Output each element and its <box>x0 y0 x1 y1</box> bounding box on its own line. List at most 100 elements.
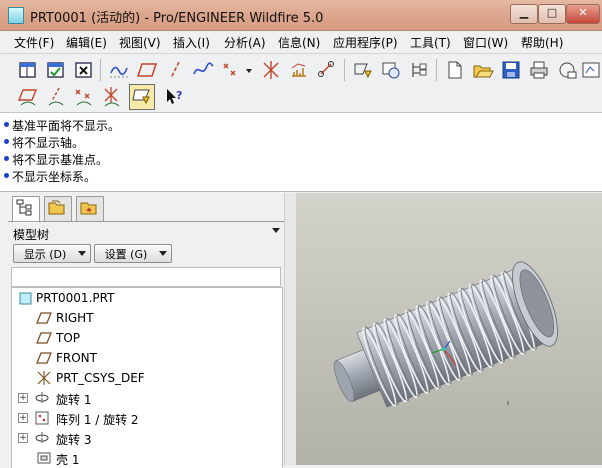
check-window-icon[interactable] <box>45 59 67 81</box>
favorites-tab[interactable] <box>76 196 104 222</box>
spline-curve-icon[interactable] <box>192 59 214 81</box>
folder-browser-tab[interactable] <box>44 196 72 222</box>
chevron-down-icon <box>159 251 167 256</box>
tree-item-revolve-1[interactable]: + 旋转 1 <box>12 388 280 408</box>
app-icon <box>8 7 24 24</box>
tree-filter-bar[interactable] <box>11 267 281 287</box>
tree-item-right[interactable]: RIGHT <box>12 308 280 328</box>
tree-item-revolve-3[interactable]: + 旋转 3 <box>12 428 280 448</box>
toolbar-separator <box>100 59 101 81</box>
relation-icon[interactable] <box>352 59 374 81</box>
tree-item-top[interactable]: TOP <box>12 328 280 348</box>
tree-item-label: TOP <box>56 331 81 345</box>
tree-item-label: RIGHT <box>56 311 94 325</box>
model-tree-tab[interactable] <box>12 196 40 223</box>
csys-display-icon[interactable] <box>101 86 123 108</box>
menu-info[interactable]: 信息(N) <box>278 34 320 51</box>
annotation-display-icon[interactable] <box>129 84 155 110</box>
menu-help[interactable]: 帮助(H) <box>521 34 563 51</box>
revolve-icon <box>34 431 50 445</box>
axis-display-icon[interactable] <box>45 86 67 108</box>
menu-analysis[interactable]: 分析(A) <box>224 34 266 51</box>
pattern-icon <box>34 411 50 425</box>
point-dropdown-icon[interactable] <box>244 59 254 81</box>
datum-plane-icon <box>36 311 52 325</box>
model-tree-label: 模型树 <box>13 228 50 242</box>
message-bullet <box>4 122 9 127</box>
menu-bar: 文件(F) 编辑(E) 视图(V) 插入(I) 分析(A) 信息(N) 应用程序… <box>0 31 602 54</box>
message-line: 不显示坐标系。 <box>12 170 97 184</box>
window-layout-icon[interactable] <box>17 59 39 81</box>
message-bullet <box>4 139 9 144</box>
expand-icon[interactable]: + <box>18 413 28 423</box>
tree-item-shell-1[interactable]: 壳 1 <box>12 448 280 468</box>
message-area: 基准平面将不显示。 将不显示轴。 将不显示基准点。 不显示坐标系。 <box>0 113 602 192</box>
datum-point-icon[interactable] <box>220 59 242 81</box>
tree-item-pattern-1[interactable]: + 阵列 1 / 旋转 2 <box>12 408 280 428</box>
sketch-curve-icon[interactable] <box>108 59 130 81</box>
revolve-icon <box>34 391 50 405</box>
tree-item-label: 旋转 1 <box>56 393 92 407</box>
toolbar-separator <box>344 59 345 81</box>
shell-icon <box>36 451 52 465</box>
menu-tools[interactable]: 工具(T) <box>410 34 451 51</box>
menu-view[interactable]: 视图(V) <box>119 34 161 51</box>
tree-item-part[interactable]: PRT0001.PRT <box>12 288 280 308</box>
menu-window[interactable]: 窗口(W) <box>463 34 508 51</box>
model-tree-icon <box>16 199 32 216</box>
menu-edit[interactable]: 编辑(E) <box>66 34 107 51</box>
tree-item-label: PRT0001.PRT <box>36 291 115 305</box>
folder-browser-icon <box>48 200 65 215</box>
open-file-icon[interactable] <box>472 59 494 81</box>
chevron-down-icon <box>78 251 86 256</box>
save-icon[interactable] <box>500 59 522 81</box>
message-line: 将不显示基准点。 <box>12 153 109 167</box>
feature-tree-icon[interactable] <box>408 59 430 81</box>
svg-text:?: ? <box>176 89 182 102</box>
title-bar: PRT0001 (活动的) - Pro/ENGINEER Wildfire 5.… <box>0 0 602 31</box>
3d-model-view[interactable] <box>296 193 602 465</box>
graphics-window[interactable] <box>296 193 602 465</box>
toolbar-separator <box>436 59 437 81</box>
expand-icon[interactable]: + <box>18 433 28 443</box>
show-dropdown-button[interactable]: 显示 (D) <box>13 244 91 263</box>
print-icon[interactable] <box>528 59 550 81</box>
family-table-icon[interactable] <box>380 59 402 81</box>
part-icon <box>18 291 34 305</box>
email-icon[interactable] <box>556 59 578 81</box>
message-bullet <box>4 156 9 161</box>
menu-applications[interactable]: 应用程序(P) <box>333 34 398 51</box>
plane-display-icon[interactable] <box>17 86 39 108</box>
close-icon: ✕ <box>578 6 588 19</box>
favorites-icon <box>80 202 97 215</box>
tree-item-front[interactable]: FRONT <box>12 348 280 368</box>
message-line: 将不显示轴。 <box>12 136 85 150</box>
expand-icon[interactable]: + <box>18 393 28 403</box>
menu-insert[interactable]: 插入(I) <box>173 34 210 51</box>
close-window-icon[interactable] <box>73 59 95 81</box>
tree-item-label: 壳 1 <box>56 453 80 467</box>
analysis-feature-icon[interactable] <box>288 59 310 81</box>
context-help-icon[interactable]: ? <box>163 86 185 108</box>
point-display-icon[interactable] <box>73 86 95 108</box>
toolbar: ? <box>0 54 602 113</box>
tree-item-csys[interactable]: PRT_CSYS_DEF <box>12 368 280 388</box>
csys-icon <box>36 371 52 385</box>
new-file-icon[interactable] <box>444 59 466 81</box>
message-bullet <box>4 173 9 178</box>
chevron-down-icon[interactable] <box>272 228 280 233</box>
minimize-button[interactable]: ▁ <box>510 4 538 24</box>
close-button[interactable]: ✕ <box>566 4 600 24</box>
coordinate-system-icon[interactable] <box>260 59 282 81</box>
tree-item-label: 阵列 1 / 旋转 2 <box>56 413 139 427</box>
repaint-icon[interactable] <box>580 59 602 81</box>
menu-file[interactable]: 文件(F) <box>14 34 54 51</box>
datum-plane-icon[interactable] <box>136 59 158 81</box>
model-tree: PRT0001.PRT RIGHT TOP FRONT PRT_CSYS_DEF… <box>11 287 283 468</box>
datum-axis-icon[interactable] <box>164 59 186 81</box>
maximize-icon: □ <box>546 6 558 19</box>
maximize-button[interactable]: □ <box>538 4 566 24</box>
settings-dropdown-button[interactable]: 设置 (G) <box>94 244 172 263</box>
pattern-link-icon[interactable] <box>316 59 338 81</box>
datum-plane-icon <box>36 331 52 345</box>
